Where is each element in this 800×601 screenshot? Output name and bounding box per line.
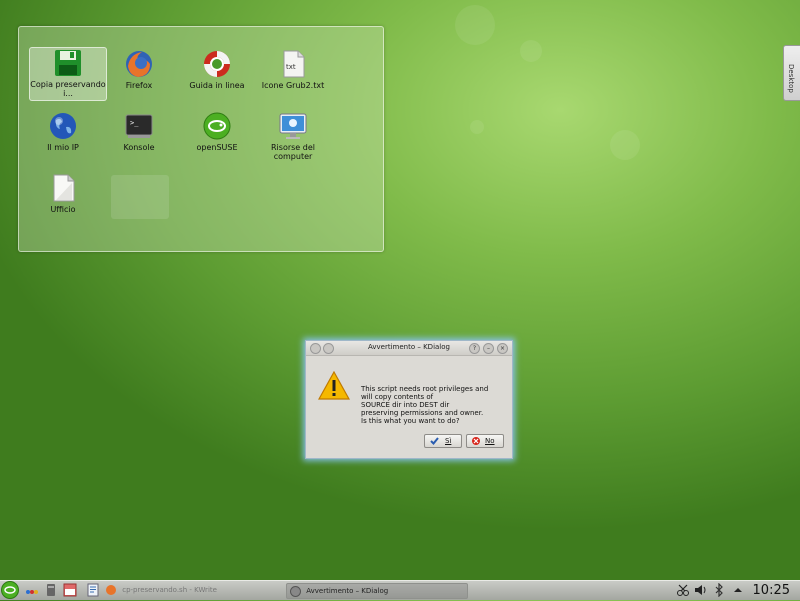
desktop-icon-label: Copia preservando i... <box>30 80 106 98</box>
warning-triangle-icon <box>317 370 351 401</box>
no-label: No <box>485 437 495 445</box>
desktop-tab-label: Desktop <box>787 64 795 93</box>
folder-view-widget: Copia preservando i... Firefox Guida in … <box>18 26 384 252</box>
klipper-scissors-icon[interactable] <box>676 583 690 597</box>
desktop-icon-label: Il mio IP <box>47 143 79 152</box>
message-line: will copy contents of <box>361 393 434 401</box>
desktop-icon-opensuse[interactable]: openSUSE <box>179 111 255 152</box>
bokeh-light <box>520 40 542 62</box>
desktop-icon-mio-ip[interactable]: Il mio IP <box>25 111 101 152</box>
kde-panel-taskbar: cp-preservando.sh - KWrite Avvertimento … <box>0 580 800 600</box>
help-button[interactable]: ? <box>469 343 480 354</box>
desktop-toolbox-tab[interactable]: Desktop <box>783 45 800 101</box>
save-floppy-icon <box>53 48 83 78</box>
no-button[interactable]: No <box>466 434 504 448</box>
globe-icon <box>48 111 78 141</box>
checkmark-icon <box>430 437 439 445</box>
help-lifebuoy-icon <box>202 49 232 79</box>
desktop-icon-label: Firefox <box>125 81 153 90</box>
firefox-icon <box>124 49 154 79</box>
dialog-titlebar[interactable]: Avvertimento – KDialog ? – × <box>306 341 512 356</box>
cancel-circle-icon <box>472 437 480 445</box>
computer-monitor-icon <box>278 111 308 141</box>
kickoff-menu-icon[interactable] <box>1 581 19 599</box>
task-label: cp-preservando.sh - KWrite <box>122 586 217 594</box>
taskbar-task-kwrite[interactable]: cp-preservando.sh - KWrite <box>104 583 276 597</box>
desktop-icon-guida[interactable]: Guida in linea <box>179 49 255 90</box>
system-tray-expand-icon[interactable] <box>731 583 745 597</box>
dialog-title: Avvertimento – KDialog <box>368 343 450 351</box>
message-line: SOURCE dir into DEST dir <box>361 401 450 409</box>
desktop-icon-grub-txt[interactable]: txt Icone Grub2.txt <box>255 49 331 90</box>
desktop-icon-firefox[interactable]: Firefox <box>101 49 177 90</box>
dialog-message: This script needs root privileges and wi… <box>361 385 511 425</box>
bokeh-light <box>455 5 495 45</box>
taskbar-task-kdialog[interactable]: Avvertimento – KDialog <box>286 583 468 599</box>
terminal-prompt: >_ <box>130 119 139 127</box>
desktop-icon-label: Icone Grub2.txt <box>261 81 325 90</box>
device-notifier-icon[interactable] <box>44 583 58 597</box>
txt-badge: txt <box>286 63 296 71</box>
kwrite-launcher-icon[interactable] <box>86 583 100 597</box>
firefox-small-icon <box>106 585 116 595</box>
yes-label: Sì <box>445 437 452 445</box>
desktop-icon-copia[interactable]: Copia preservando i... <box>29 47 107 101</box>
bluetooth-icon[interactable] <box>712 582 726 598</box>
volume-icon[interactable] <box>694 583 708 597</box>
digital-clock[interactable]: 10:25 <box>753 583 790 598</box>
terminal-icon: >_ <box>124 111 154 141</box>
kdialog-warning-window: Avvertimento – KDialog ? – × This script… <box>305 340 513 459</box>
desktop-icon-ufficio[interactable]: Ufficio <box>25 173 101 214</box>
folder-view-hover-area <box>111 175 169 219</box>
close-button[interactable]: × <box>497 343 508 354</box>
bokeh-light <box>610 130 640 160</box>
minimize-button[interactable]: – <box>483 343 494 354</box>
message-line: This script needs root privileges and <box>361 385 489 393</box>
bokeh-light <box>470 120 484 134</box>
desktop-icon-label: Guida in linea <box>189 81 245 90</box>
desktop-icon-label: Konsole <box>123 143 155 152</box>
pager-icon[interactable] <box>63 583 77 597</box>
desktop-icon-risorse[interactable]: Risorse del computer <box>255 111 331 161</box>
desktop-icon-konsole[interactable]: >_ Konsole <box>101 111 177 152</box>
yes-button[interactable]: Sì <box>424 434 462 448</box>
opensuse-icon <box>202 111 232 141</box>
desktop-icon-label: openSUSE <box>196 143 238 152</box>
text-file-icon: txt <box>278 49 308 79</box>
message-line: preserving permissions and owner. <box>361 409 484 417</box>
desktop-icon-label: Ufficio <box>50 205 76 214</box>
message-line: Is this what you want to do? <box>361 417 460 425</box>
kdialog-small-icon <box>290 585 301 597</box>
activities-icon[interactable] <box>24 583 38 597</box>
task-label: Avvertimento – KDialog <box>306 587 389 595</box>
desktop-icon-label: Risorse del computer <box>271 143 315 161</box>
document-icon <box>48 173 78 203</box>
